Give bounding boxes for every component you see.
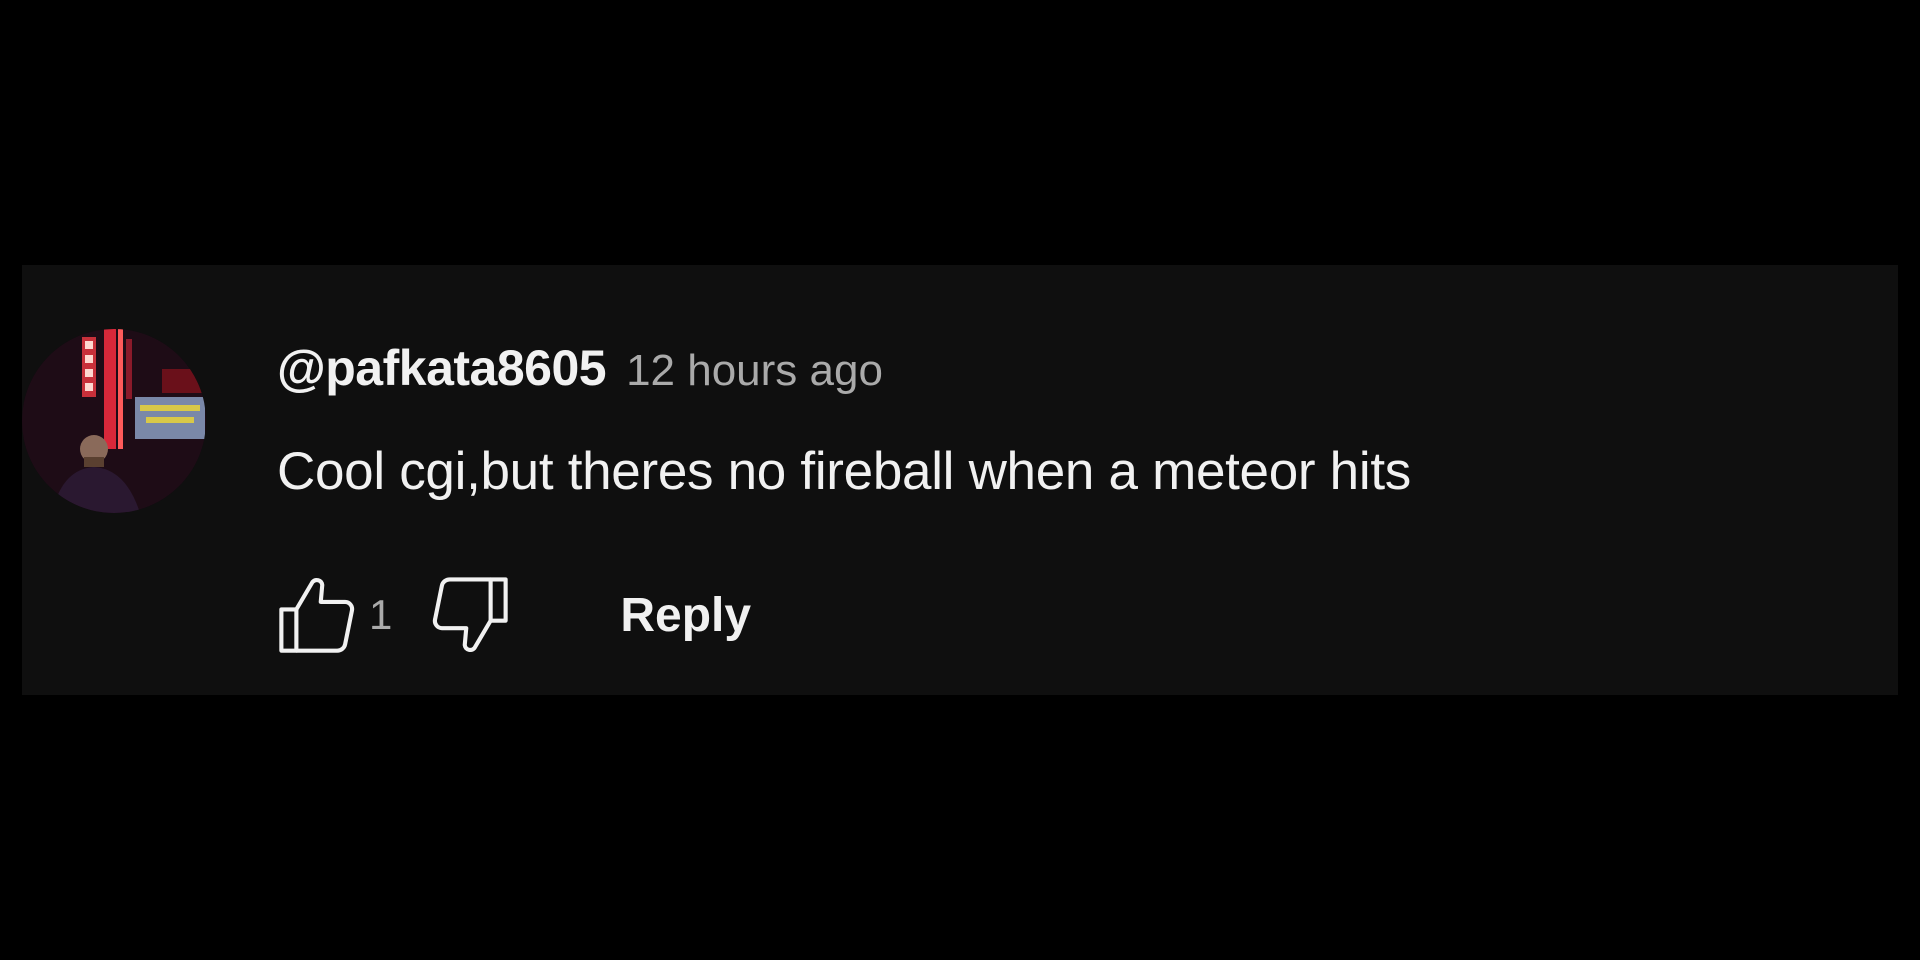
avatar[interactable] bbox=[22, 329, 206, 513]
thumbs-down-icon bbox=[433, 577, 509, 652]
comment-text: Cool cgi,but theres no fireball when a m… bbox=[277, 442, 1411, 501]
thumbs-up-icon bbox=[279, 578, 355, 653]
author-name[interactable]: @pafkata8605 bbox=[277, 339, 607, 397]
dislike-button[interactable] bbox=[420, 565, 520, 665]
comment-timestamp[interactable]: 12 hours ago bbox=[626, 346, 883, 396]
like-count: 1 bbox=[369, 591, 393, 638]
reply-button[interactable]: Reply bbox=[620, 588, 751, 643]
comment-actions: 1 Reply bbox=[267, 565, 751, 665]
like-button[interactable] bbox=[267, 565, 367, 665]
comment-header: @pafkata8605 12 hours ago bbox=[277, 339, 883, 397]
comment-card: @pafkata8605 12 hours ago Cool cgi,but t… bbox=[22, 265, 1898, 695]
